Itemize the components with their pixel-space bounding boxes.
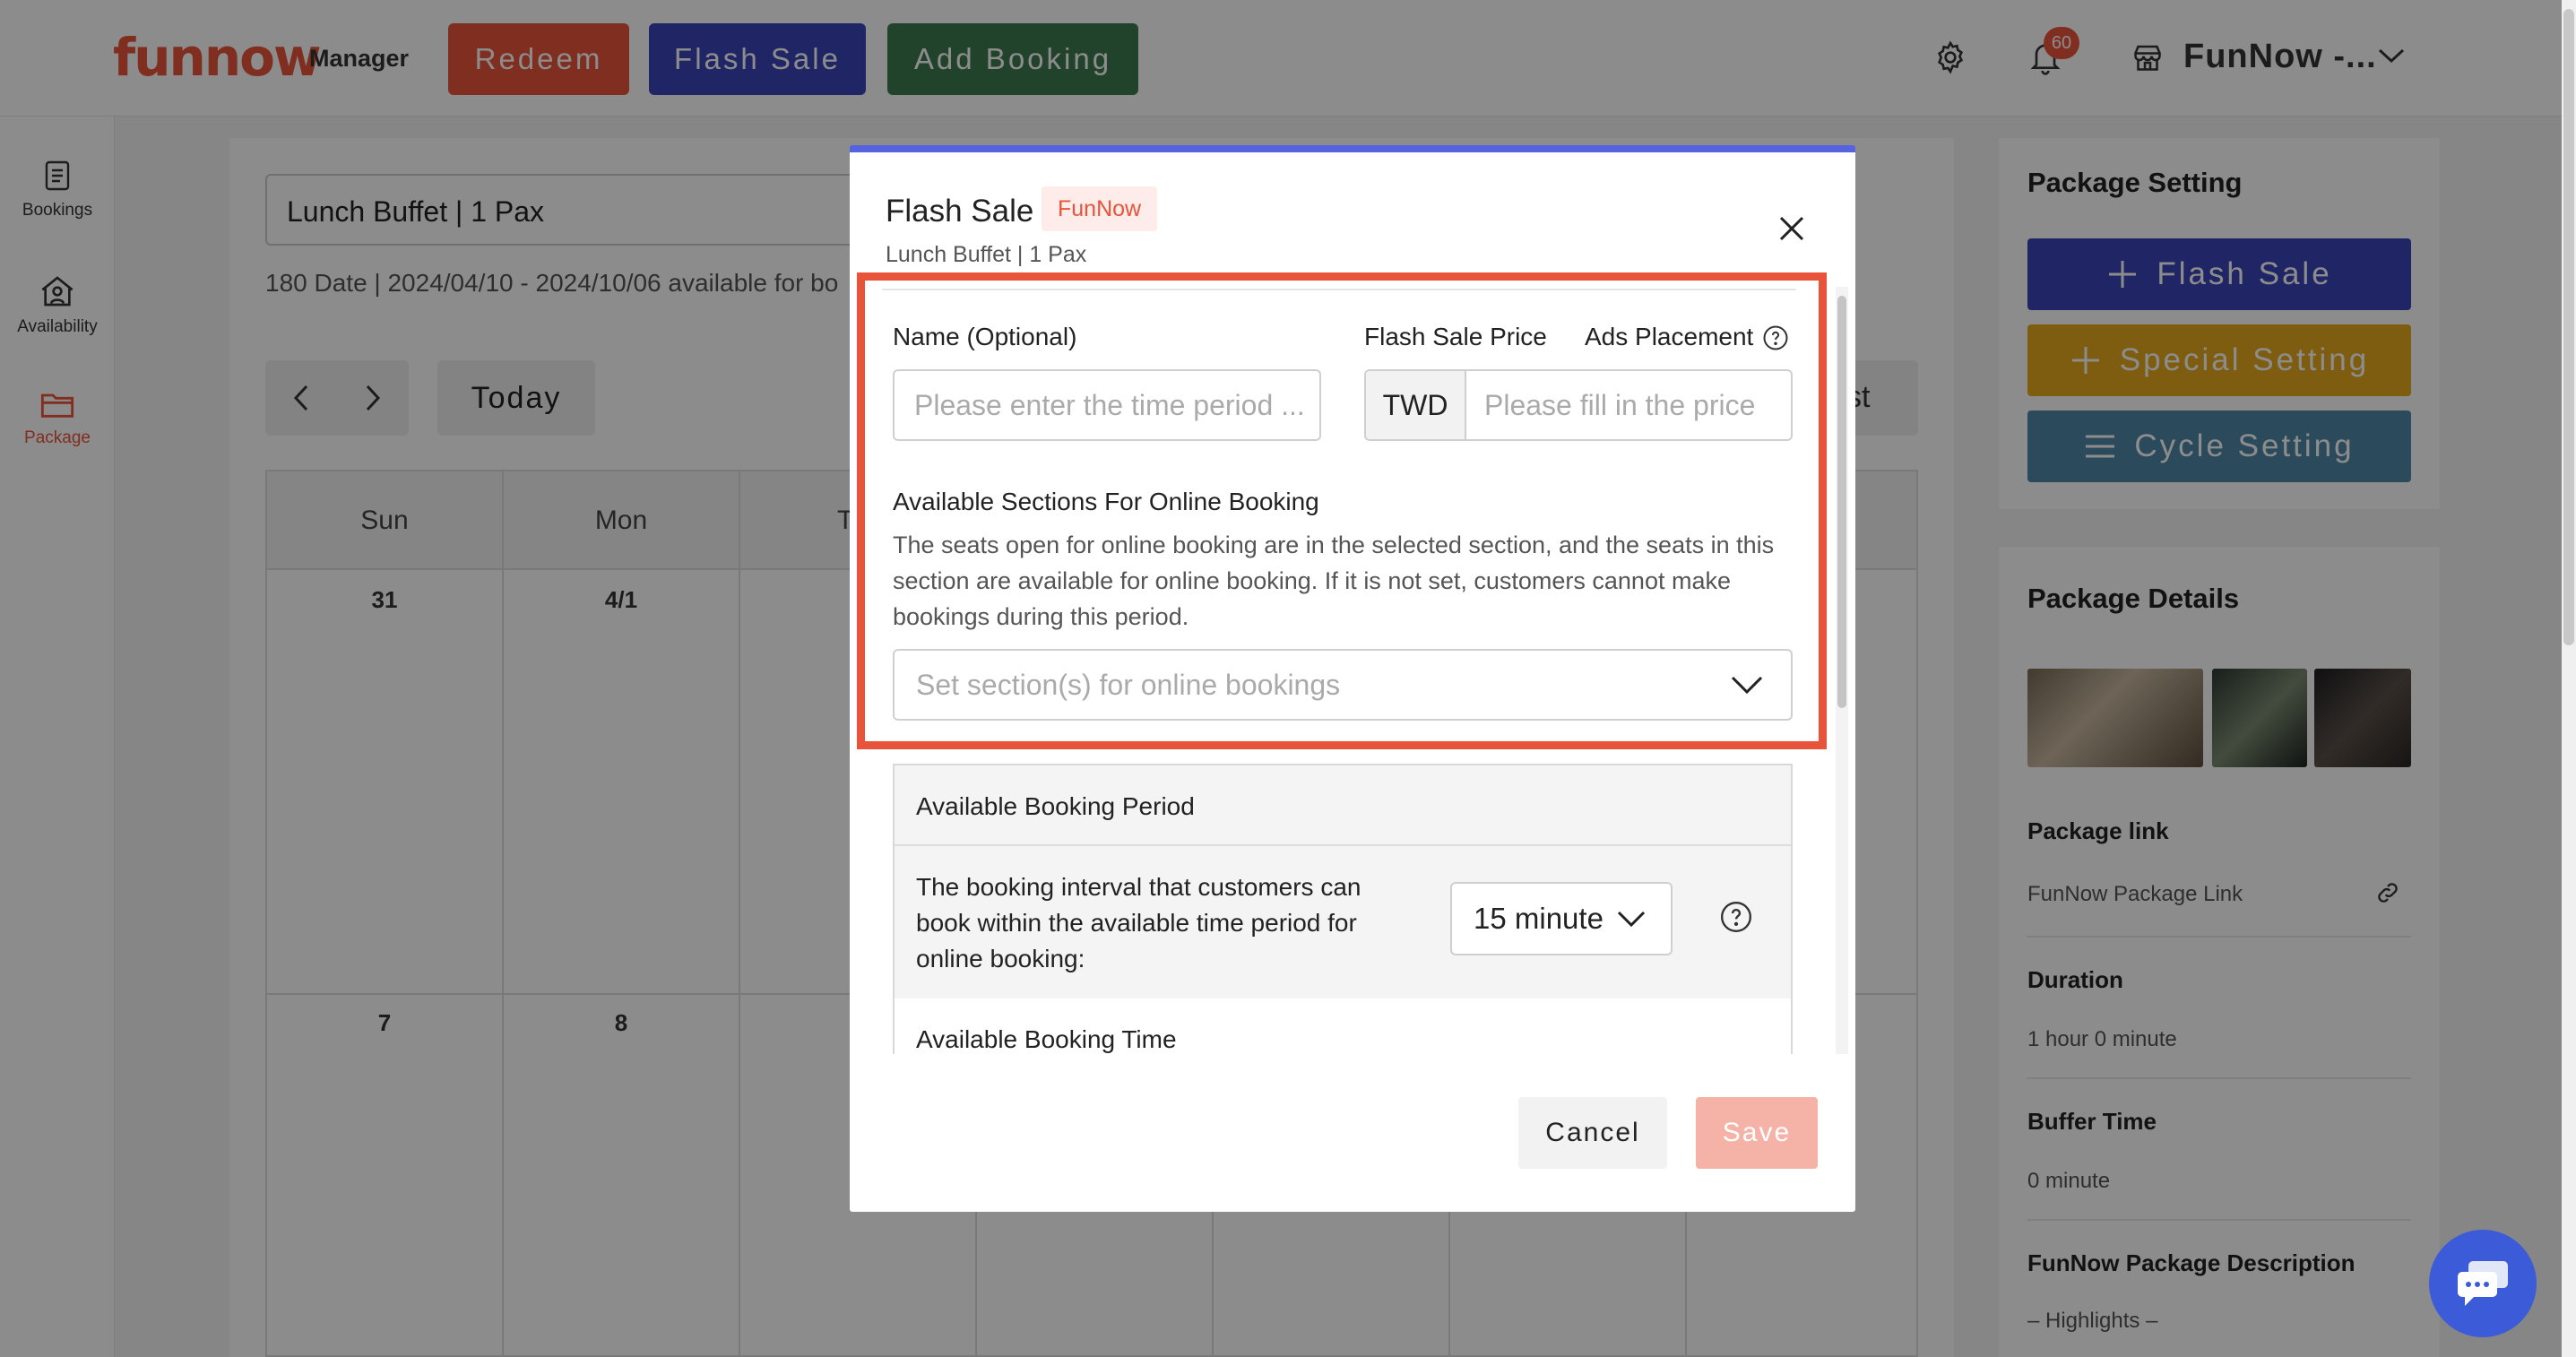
platform-tag: FunNow bbox=[1042, 186, 1158, 231]
chat-button[interactable] bbox=[2429, 1230, 2537, 1337]
booking-interval-text: The booking interval that customers can … bbox=[916, 873, 1361, 972]
cancel-button[interactable]: Cancel bbox=[1518, 1097, 1667, 1169]
highlight-box bbox=[857, 272, 1827, 749]
page-scrollbar-thumb[interactable] bbox=[2563, 9, 2574, 645]
interval-select[interactable]: 15 minute bbox=[1450, 882, 1673, 955]
chevron-down-icon bbox=[1617, 911, 1645, 928]
close-icon[interactable] bbox=[1778, 215, 1805, 242]
modal-scrollbar-thumb[interactable] bbox=[1837, 296, 1846, 708]
modal-subtitle: Lunch Buffet | 1 Pax bbox=[886, 242, 1087, 267]
save-button[interactable]: Save bbox=[1696, 1097, 1818, 1169]
modal-title: Flash Sale bbox=[886, 194, 1034, 229]
help-icon[interactable] bbox=[1719, 900, 1753, 934]
chat-icon bbox=[2458, 1261, 2508, 1306]
booking-interval-row: The booking interval that customers can … bbox=[895, 846, 1791, 998]
booking-period-box: Available Booking Period The booking int… bbox=[893, 764, 1793, 1054]
booking-time-label: Available Booking Time bbox=[916, 1025, 1177, 1053]
interval-select-value: 15 minute bbox=[1474, 902, 1604, 935]
booking-period-title: Available Booking Period bbox=[895, 765, 1791, 846]
